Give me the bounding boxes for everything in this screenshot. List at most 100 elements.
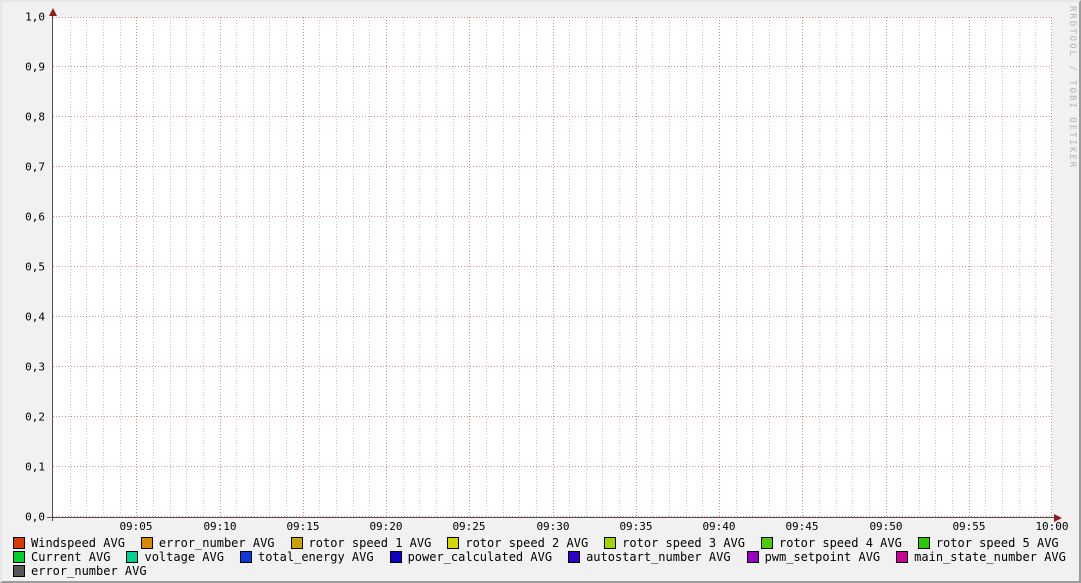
gridline-major-vertical [136,17,137,517]
legend-item: rotor speed 1 AVG [290,536,432,550]
y-axis-line [52,10,53,521]
legend-swatch [140,537,153,549]
legend-swatch [13,565,25,577]
y-tick-label: 0,7 [25,160,45,174]
y-axis-labels: 0,0 0,1 0,2 0,3 0,4 0,5 0,6 0,7 0,8 0,9 1,0 [2,12,48,523]
legend-swatch [389,551,402,563]
legend-label: power_calculated AVG [407,550,553,564]
y-tick-label: 0,9 [25,60,45,74]
legend-swatch [13,537,25,549]
y-tick-label: 0,6 [25,210,45,224]
gridline-minor-vertical [70,17,71,517]
gridline-minor-vertical [336,17,337,517]
gridline-minor-vertical [919,17,920,517]
legend-row: error_number AVG [13,564,1075,578]
x-axis-labels: 09:05 09:10 09:15 09:20 09:25 09:30 09:35 09:40… [53,520,1068,533]
legend-row: Windspeed AVG error_number AVG rotor speed… [13,536,1075,550]
gridline-minor-vertical [852,17,853,517]
x-tick-label: 10:00 [1035,520,1069,533]
gridline-minor-vertical [170,17,171,517]
gridline-major-horizontal [53,316,1052,317]
legend-item: main_state_number AVG [896,551,1066,563]
gridline-minor-vertical [269,17,270,517]
gridline-minor-vertical [669,17,670,517]
y-axis-arrow-icon [49,8,57,16]
gridline-major-vertical [636,17,637,517]
legend-item: autostart_number AVG [568,551,731,563]
legend-swatch [126,551,139,563]
legend-swatch [447,537,460,549]
x-tick-label: 09:25 [452,520,486,533]
gridline-minor-vertical [453,17,454,517]
legend-item: pwm_setpoint AVG [746,550,881,564]
gridline-minor-vertical [319,17,320,517]
gridline-major-vertical [220,17,221,517]
gridline-major-horizontal [53,466,1052,467]
y-tick-label: 0,1 [25,460,45,474]
gridline-major-vertical [303,17,304,517]
legend-label: rotor speed 5 AVG [935,536,1059,550]
x-tick-label: 09:30 [536,520,570,533]
legend-label: Current AVG [31,550,111,564]
legend-item: rotor speed 5 AVG [917,536,1059,550]
legend-label: rotor speed 3 AVG [622,536,745,550]
gridline-minor-vertical [203,17,204,517]
gridline-major-horizontal [53,166,1052,167]
gridline-major-horizontal [53,416,1052,417]
gridline-minor-vertical [286,17,287,517]
y-tick-label: 0,8 [25,110,45,124]
legend-label: Windspeed AVG [31,536,125,550]
legend-item: rotor speed 2 AVG [447,537,588,549]
rrdtool-graph: 0,0 0,1 0,2 0,3 0,4 0,5 0,6 0,7 0,8 0,9 1,0 09:05 0… [0,0,1081,583]
gridline-minor-vertical [486,17,487,517]
gridline-minor-vertical [419,17,420,517]
legend-swatch [917,537,930,549]
x-axis-line [47,517,1055,518]
x-tick-label: 09:05 [119,520,153,533]
gridline-major-horizontal [53,266,1052,267]
legend-swatch [13,551,25,563]
gridline-minor-vertical [786,17,787,517]
legend-item: Current AVG [13,551,110,563]
legend-label: pwm_setpoint AVG [764,550,881,564]
y-tick-label: 0,0 [25,510,45,524]
gridline-minor-vertical [403,17,404,517]
legend: Windspeed AVG error_number AVG rotor speed… [13,536,1075,578]
gridline-minor-vertical [702,17,703,517]
legend-item: Windspeed AVG [13,537,125,549]
gridline-minor-vertical [253,17,254,517]
legend-label: autostart_number AVG [586,550,731,564]
legend-item: error_number AVG [13,565,147,577]
x-axis-arrow-icon [1054,514,1062,522]
gridline-minor-vertical [902,17,903,517]
gridline-minor-vertical [153,17,154,517]
gridline-minor-vertical [586,17,587,517]
x-tick-label: 09:40 [702,520,736,533]
gridline-major-vertical [553,17,554,517]
y-tick-label: 0,3 [25,360,45,374]
x-tick-label: 09:55 [952,520,986,533]
legend-label: voltage AVG [144,550,224,564]
gridline-minor-vertical [952,17,953,517]
gridline-minor-vertical [602,17,603,517]
gridline-minor-vertical [686,17,687,517]
gridline-minor-vertical [619,17,620,517]
gridline-major-vertical [386,17,387,517]
x-tick-label: 09:20 [369,520,403,533]
legend-label: rotor speed 1 AVG [308,536,432,550]
gridline-minor-vertical [752,17,753,517]
x-tick-label: 09:45 [785,520,819,533]
gridline-minor-vertical [652,17,653,517]
legend-item: error_number AVG [140,537,275,549]
gridline-minor-vertical [569,17,570,517]
x-tick-label: 09:35 [619,520,653,533]
gridline-minor-vertical [369,17,370,517]
legend-item: rotor speed 3 AVG [604,537,745,549]
legend-item: voltage AVG [126,550,224,564]
gridline-minor-vertical [103,17,104,517]
plot-area [53,17,1052,517]
gridline-major-vertical [969,17,970,517]
gridline-minor-vertical [819,17,820,517]
gridline-minor-vertical [985,17,986,517]
gridline-major-horizontal [53,366,1052,367]
